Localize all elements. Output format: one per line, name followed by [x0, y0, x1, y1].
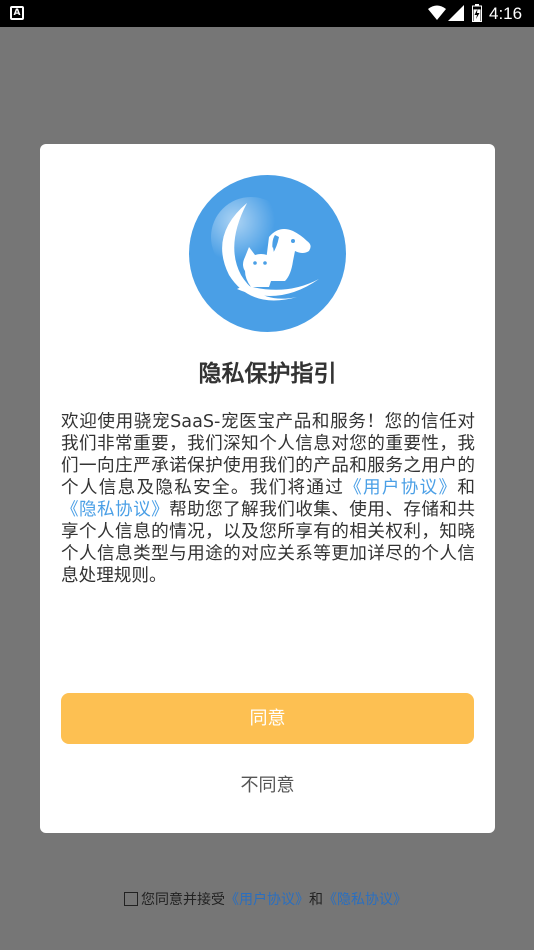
- status-bar: A 4:16: [0, 0, 534, 27]
- privacy-agreement-link[interactable]: 《隐私协议》: [61, 500, 169, 520]
- consent-user-agreement-link[interactable]: 《用户协议》: [225, 892, 309, 908]
- agree-button[interactable]: 同意: [61, 693, 474, 744]
- pet-logo-icon: [189, 175, 346, 332]
- privacy-dialog: 隐私保护指引 欢迎使用骁宠SaaS-宠医宝产品和服务！您的信任对我们非常重要，我…: [40, 144, 495, 833]
- wifi-icon: [428, 5, 446, 20]
- status-time: 4:16: [489, 4, 523, 23]
- consent-text: 您同意并接受: [141, 892, 225, 908]
- battery-icon: [472, 4, 482, 22]
- consent-privacy-agreement-link[interactable]: 《隐私协议》: [323, 892, 407, 908]
- pet-logo-graphic: [211, 197, 319, 301]
- app-notification-icon: A: [10, 6, 24, 20]
- consent-conjunction: 和: [309, 892, 323, 908]
- dialog-body: 欢迎使用骁宠SaaS-宠医宝产品和服务！您的信任对我们非常重要，我们深知个人信息…: [61, 411, 475, 587]
- disagree-button[interactable]: 不同意: [40, 771, 495, 801]
- consent-checkbox[interactable]: [124, 892, 138, 906]
- user-agreement-link[interactable]: 《用户协议》: [344, 478, 457, 498]
- dialog-title: 隐私保护指引: [198, 361, 337, 387]
- consent-row: 您同意并接受《用户协议》和《隐私协议》: [124, 890, 407, 912]
- body-conjunction: 和: [457, 478, 475, 498]
- signal-icon: [448, 5, 464, 21]
